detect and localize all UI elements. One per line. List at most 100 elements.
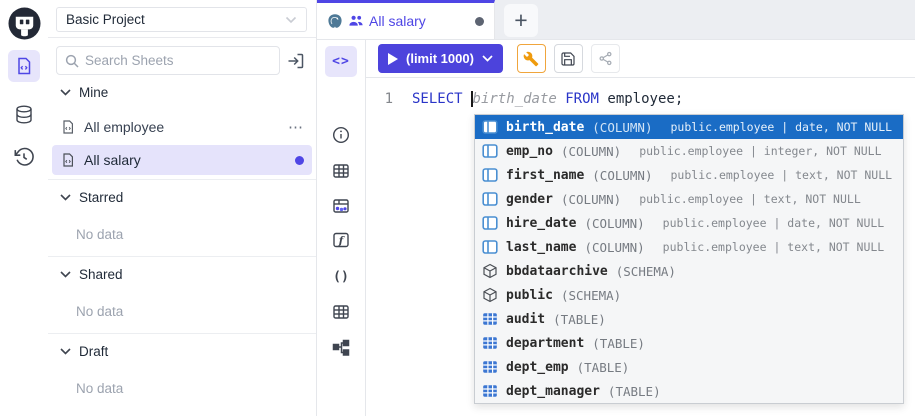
suggest-item[interactable]: dept_emp (TABLE) — [475, 355, 903, 379]
suggest-item[interactable]: emp_no (COLUMN) public.employee | intege… — [475, 139, 903, 163]
column-icon — [482, 167, 498, 183]
run-query-button[interactable]: (limit 1000) — [378, 44, 503, 73]
suggest-name: dept_manager — [506, 384, 600, 399]
suggest-name: last_name — [506, 240, 576, 255]
sheet-item-label: All employee — [84, 119, 164, 135]
suggest-item[interactable]: dept_manager (TABLE) — [475, 379, 903, 403]
worksheet-icon — [14, 56, 34, 76]
ghost-suggestion-text: birth_date — [473, 91, 557, 107]
parentheses-panel-icon[interactable]: () — [332, 267, 350, 285]
save-sheet-button[interactable] — [554, 44, 583, 73]
section-mine[interactable]: Mine — [60, 85, 108, 100]
table-panel-icon[interactable] — [332, 162, 350, 180]
bytebase-logo-icon[interactable] — [8, 7, 41, 40]
schema-diagram-icon[interactable] — [332, 339, 350, 357]
info-icon[interactable] — [332, 126, 350, 144]
chevron-down-icon[interactable] — [482, 55, 493, 62]
suggest-detail: public.employee | text, NOT NULL — [639, 192, 861, 206]
nav-worksheet-button[interactable] — [8, 50, 40, 82]
share-sheet-button[interactable] — [591, 44, 620, 73]
run-button-label: (limit 1000) — [406, 51, 474, 66]
suggest-kind: (TABLE) — [553, 312, 606, 327]
active-sheet-dot — [295, 156, 304, 165]
suggest-detail: public.employee | date, NOT NULL — [663, 216, 885, 230]
empty-state-text: No data — [76, 304, 123, 319]
sheet-sidebar: Basic Project Search Sheets Mine Al — [48, 0, 317, 416]
tab-all-salary[interactable]: All salary — [317, 0, 495, 39]
suggest-item[interactable]: last_name (COLUMN) public.employee | tex… — [475, 235, 903, 259]
suggest-detail: public.employee | integer, NOT NULL — [639, 144, 881, 158]
database-icon[interactable] — [13, 104, 35, 126]
suggest-name: first_name — [506, 168, 584, 183]
new-tab-button[interactable]: + — [504, 4, 538, 37]
wrench-icon — [523, 51, 539, 67]
masked-data-icon[interactable] — [332, 197, 350, 215]
suggest-name: department — [506, 336, 584, 351]
suggest-item[interactable]: hire_date (COLUMN) public.employee | dat… — [475, 211, 903, 235]
share-icon — [598, 51, 613, 66]
sheet-item-all-employee[interactable]: All employee ⋯ — [52, 112, 312, 142]
column-icon — [482, 143, 498, 159]
function-panel-icon[interactable]: f — [332, 231, 350, 249]
plus-icon: + — [514, 7, 527, 34]
section-label: Mine — [79, 85, 108, 100]
suggest-item[interactable]: public (SCHEMA) — [475, 283, 903, 307]
postgresql-icon — [327, 13, 343, 29]
suggest-kind: (SCHEMA) — [561, 288, 621, 303]
sql-editor-app: Basic Project Search Sheets Mine Al — [0, 0, 915, 416]
code-text: SELECT birth_date FROM employee; — [412, 91, 683, 107]
empty-state-text: No data — [76, 227, 123, 242]
suggest-item[interactable]: birth_date (COLUMN) public.employee | da… — [475, 115, 903, 139]
suggest-kind: (COLUMN) — [561, 192, 621, 207]
table-icon — [482, 311, 498, 327]
schema-icon — [482, 263, 498, 279]
suggest-detail: public.employee | text, NOT NULL — [671, 168, 893, 182]
import-sheet-icon[interactable] — [286, 51, 306, 71]
svg-text:f: f — [338, 235, 346, 247]
left-rail — [0, 0, 48, 416]
code-icon: <> — [332, 54, 350, 69]
section-shared[interactable]: Shared — [60, 267, 123, 282]
more-actions-icon[interactable]: ⋯ — [288, 118, 304, 136]
line-number: 1 — [366, 91, 393, 107]
tab-label: All salary — [369, 13, 426, 29]
keyword-select: SELECT — [412, 91, 471, 107]
empty-state-text: No data — [76, 381, 123, 396]
project-select[interactable]: Basic Project — [56, 7, 307, 32]
chevron-down-icon — [60, 348, 71, 355]
schema-icon — [482, 287, 498, 303]
format-sql-button[interactable] — [517, 44, 546, 73]
suggest-name: audit — [506, 312, 545, 327]
chevron-down-icon — [60, 271, 71, 278]
suggest-kind: (COLUMN) — [584, 240, 644, 255]
save-icon — [560, 51, 576, 67]
keyword-from: FROM — [557, 91, 608, 107]
sidebar-header: Basic Project — [48, 0, 316, 38]
sheet-file-icon — [60, 119, 76, 135]
search-placeholder: Search Sheets — [85, 53, 174, 68]
suggest-item[interactable]: bbdataarchive (SCHEMA) — [475, 259, 903, 283]
play-icon — [388, 53, 398, 65]
autocomplete-popup: birth_date (COLUMN) public.employee | da… — [474, 114, 904, 404]
suggest-item[interactable]: gender (COLUMN) public.employee | text, … — [475, 187, 903, 211]
svg-text:(): () — [333, 270, 349, 285]
suggest-name: bbdataarchive — [506, 264, 608, 279]
sheet-file-icon — [60, 152, 76, 168]
section-divider — [48, 333, 316, 334]
suggest-name: public — [506, 288, 553, 303]
tab-strip: All salary + — [317, 0, 915, 40]
code-tail: employee; — [607, 91, 683, 107]
code-panel-button[interactable]: <> — [325, 46, 357, 77]
suggest-item[interactable]: audit (TABLE) — [475, 307, 903, 331]
section-divider — [48, 256, 316, 257]
section-draft[interactable]: Draft — [60, 344, 108, 359]
section-starred[interactable]: Starred — [60, 190, 123, 205]
shared-users-icon — [348, 13, 364, 29]
search-input[interactable]: Search Sheets — [56, 46, 280, 75]
suggest-name: hire_date — [506, 216, 576, 231]
suggest-item[interactable]: department (TABLE) — [475, 331, 903, 355]
tables-list-icon[interactable] — [332, 303, 350, 321]
sheet-item-all-salary[interactable]: All salary — [52, 145, 312, 175]
suggest-item[interactable]: first_name (COLUMN) public.employee | te… — [475, 163, 903, 187]
history-icon[interactable] — [13, 146, 35, 168]
